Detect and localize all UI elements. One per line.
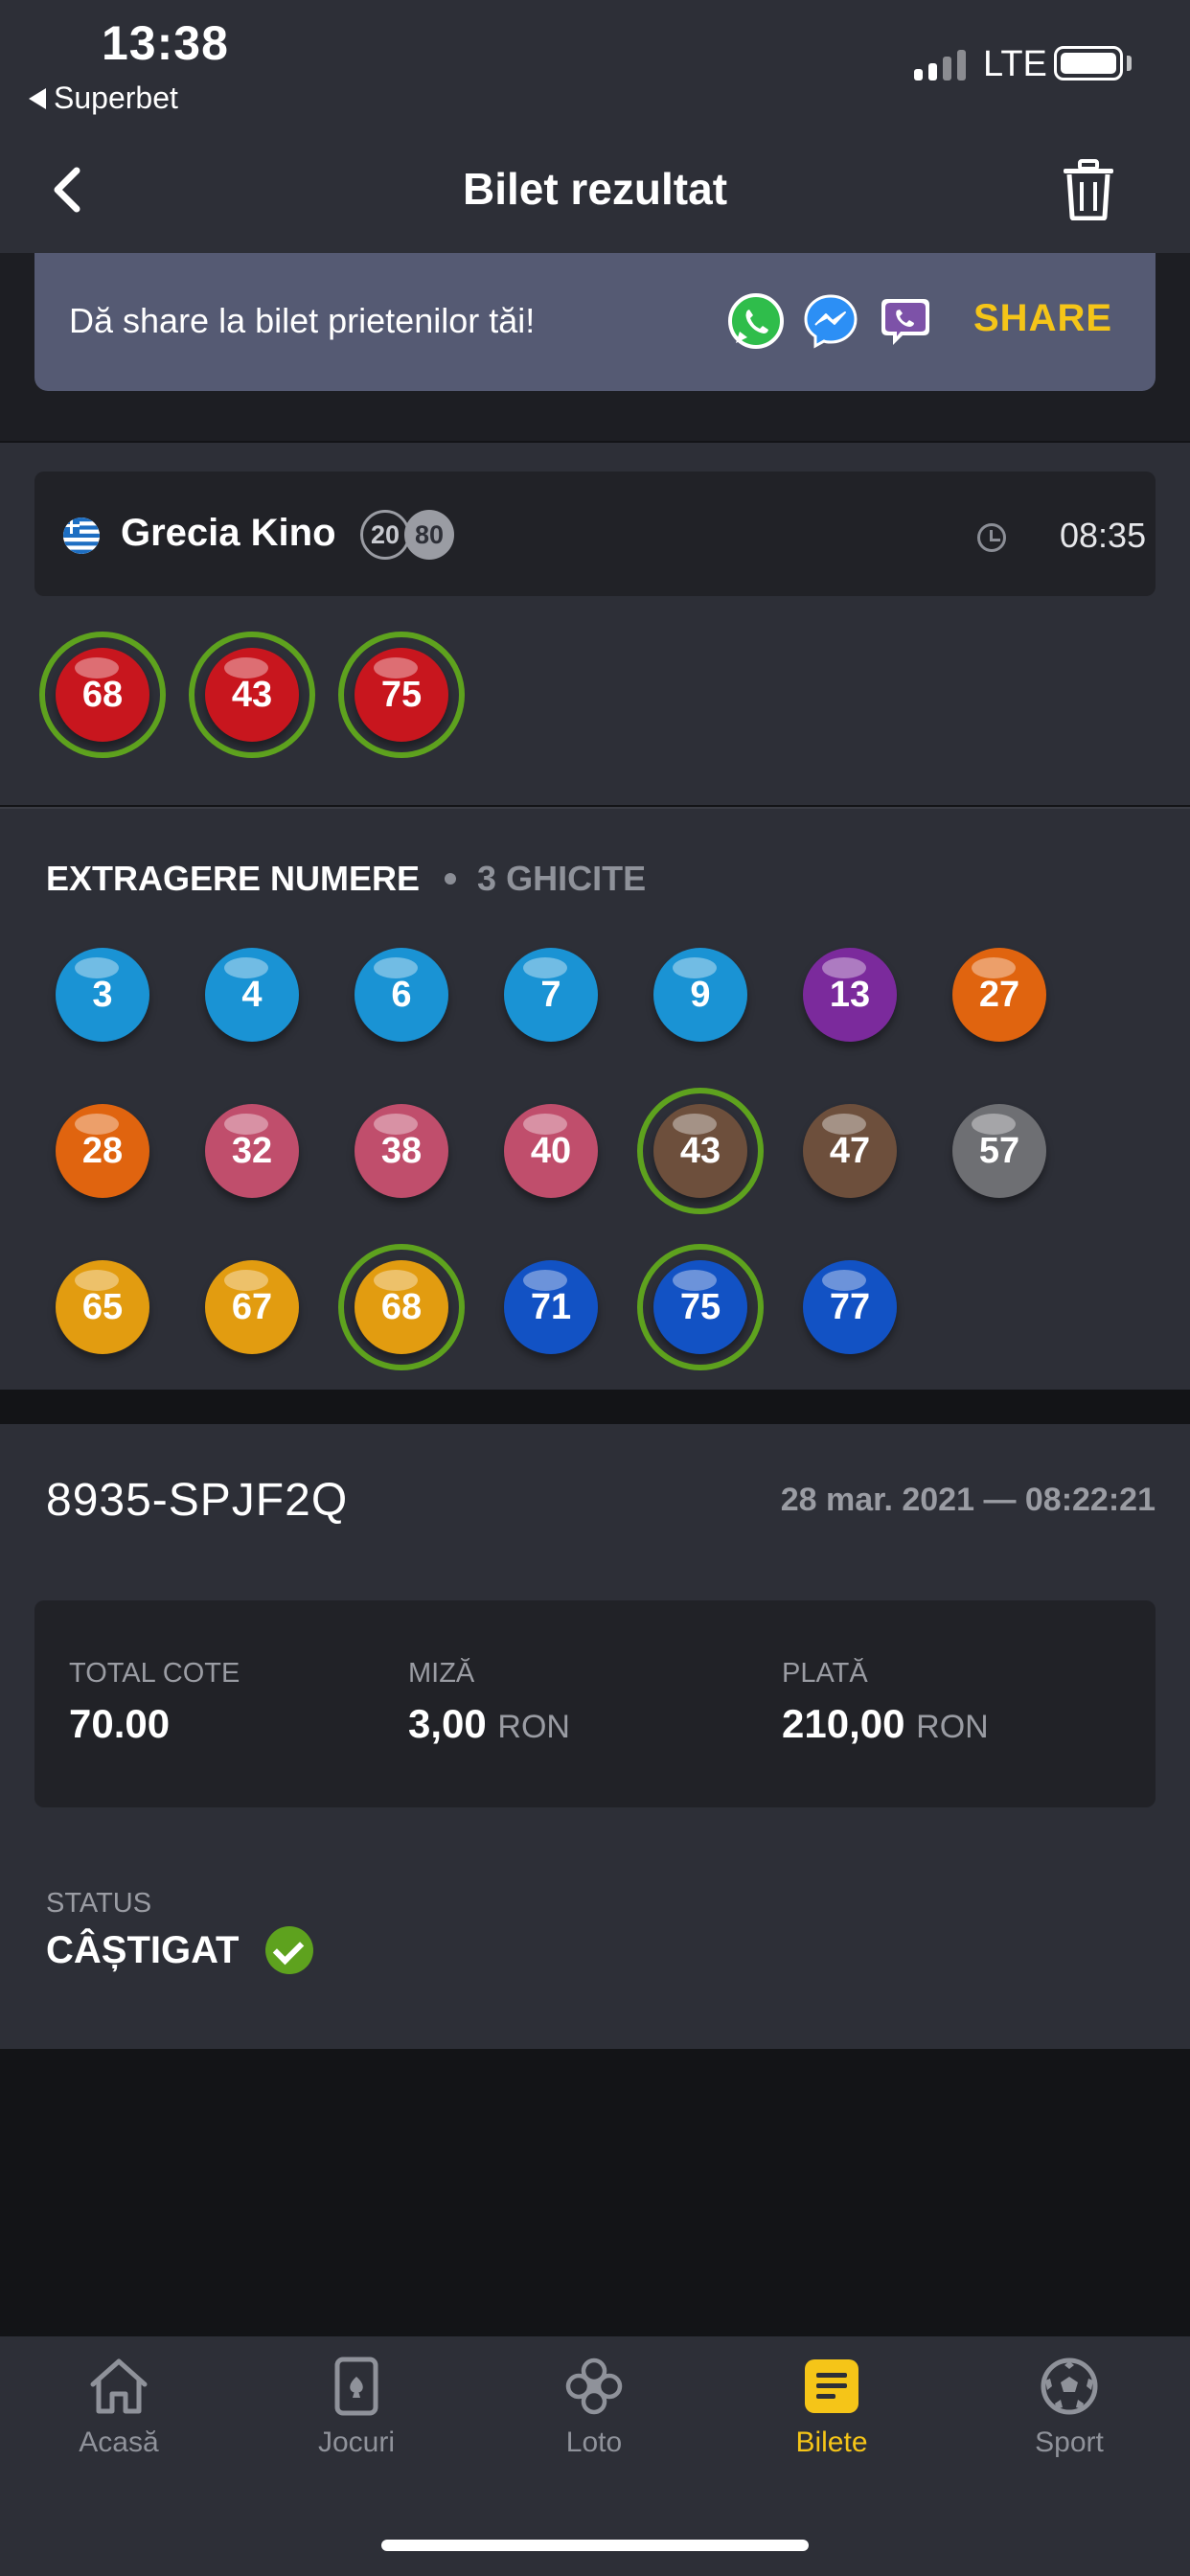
- clover-icon: [565, 2358, 623, 2415]
- status-time: 13:38: [102, 16, 229, 70]
- nav-bar: Bilet rezultat: [0, 134, 1190, 253]
- drawn-number-ball: 43: [653, 1104, 747, 1198]
- back-app-label: Superbet: [54, 80, 178, 115]
- home-icon: [90, 2358, 148, 2414]
- home-indicator[interactable]: [381, 2540, 809, 2551]
- draw-format-badge: 20 80: [360, 510, 454, 562]
- badge-total: 80: [404, 510, 454, 560]
- tab-acasa[interactable]: Acasă: [23, 2356, 215, 2459]
- total-cote-stat: TOTAL COTE 70.00: [69, 1658, 240, 1747]
- plata-label: PLATĂ: [782, 1658, 868, 1689]
- drawn-number-ball: 40: [504, 1104, 598, 1198]
- drawn-number-ball: 38: [355, 1104, 448, 1198]
- draw-section: EXTRAGERE NUMERE 3 GHICITE 3 4 6 7 9 13 27 28 32…: [0, 807, 1190, 1390]
- status-bar: 13:38 Superbet LTE: [0, 0, 1190, 134]
- drawn-number-ball: 28: [56, 1104, 149, 1198]
- drawn-number-ball: 7: [504, 948, 598, 1042]
- share-text: Dă share la bilet prietenilor tăi!: [69, 301, 536, 340]
- viber-icon[interactable]: [876, 291, 935, 351]
- drawn-number-ball: 32: [205, 1104, 299, 1198]
- badge-picked: 20: [360, 510, 410, 560]
- draw-subtitle: 3 GHICITE: [477, 859, 647, 898]
- messenger-icon[interactable]: [801, 291, 860, 351]
- game-header: Grecia Kino 20 80 08:35: [34, 472, 1156, 596]
- miza-label: MIZĂ: [408, 1658, 475, 1689]
- ticket-icon: [805, 2359, 858, 2413]
- soccer-ball-icon: [1041, 2358, 1098, 2415]
- drawn-number-ball: 65: [56, 1260, 149, 1354]
- ticket-date: 28 mar. 2021 — 08:22:21: [780, 1482, 1156, 1518]
- clock-icon: [977, 523, 1006, 552]
- draw-heading: EXTRAGERE NUMERE 3 GHICITE: [46, 859, 646, 899]
- drawn-number-ball: 75: [653, 1260, 747, 1354]
- status-value-row: CÂȘTIGAT: [46, 1926, 314, 1974]
- trash-icon[interactable]: [1062, 159, 1115, 220]
- drawn-number-ball: 68: [355, 1260, 448, 1354]
- plata-value: 210,00: [782, 1701, 905, 1746]
- greece-flag-icon: [63, 518, 100, 554]
- cards-icon: [334, 2357, 378, 2416]
- network-label: LTE: [983, 44, 1047, 84]
- tab-loto[interactable]: Loto: [498, 2356, 690, 2459]
- share-card: Dă share la bilet prietenilor tăi! SHARE: [34, 253, 1156, 391]
- tab-label: Loto: [565, 2426, 623, 2458]
- share-button[interactable]: SHARE: [973, 297, 1112, 340]
- plata-currency: RON: [916, 1709, 989, 1745]
- drawn-number-ball: 67: [205, 1260, 299, 1354]
- drawn-number-ball: 47: [803, 1104, 897, 1198]
- drawn-number-ball: 27: [952, 948, 1046, 1042]
- drawn-number-ball: 4: [205, 948, 299, 1042]
- separator-dot: [445, 873, 457, 885]
- ticket-details: 8935-SPJF2Q 28 mar. 2021 — 08:22:21 TOTA…: [0, 1424, 1190, 2049]
- back-triangle-icon: [29, 87, 46, 109]
- tab-sport[interactable]: Sport: [973, 2356, 1165, 2459]
- status-label: STATUS: [46, 1888, 152, 1919]
- game-name: Grecia Kino: [121, 512, 336, 554]
- miza-value: 3,00: [408, 1701, 487, 1746]
- tab-label: Jocuri: [317, 2426, 396, 2458]
- total-cote-label: TOTAL COTE: [69, 1658, 240, 1689]
- miza-currency: RON: [497, 1709, 570, 1745]
- game-time: 08:35: [1060, 516, 1147, 555]
- page-title: Bilet rezultat: [462, 164, 728, 214]
- tab-bilete[interactable]: Bilete: [736, 2356, 927, 2459]
- ticket-id: 8935-SPJF2Q: [46, 1475, 349, 1526]
- whatsapp-icon[interactable]: [726, 291, 786, 351]
- back-to-app-link[interactable]: Superbet: [29, 80, 178, 116]
- tab-label: Bilete: [795, 2426, 868, 2458]
- tab-label: Acasă: [79, 2426, 159, 2458]
- drawn-number-ball: 77: [803, 1260, 897, 1354]
- drawn-number-ball: 13: [803, 948, 897, 1042]
- selected-number-ball: 68: [56, 648, 149, 742]
- check-circle-icon: [265, 1926, 314, 1974]
- tab-label: Sport: [1035, 2426, 1104, 2458]
- stats-card: TOTAL COTE 70.00 MIZĂ 3,00 RON PLATĂ 210…: [34, 1600, 1156, 1807]
- draw-title: EXTRAGERE NUMERE: [46, 859, 421, 898]
- tab-jocuri[interactable]: Jocuri: [261, 2356, 452, 2459]
- game-section: Grecia Kino 20 80 08:35 68 43 75: [0, 443, 1190, 805]
- drawn-number-ball: 9: [653, 948, 747, 1042]
- total-cote-value: 70.00: [69, 1701, 171, 1746]
- selected-number-ball: 43: [205, 648, 299, 742]
- drawn-number-ball: 6: [355, 948, 448, 1042]
- drawn-number-ball: 3: [56, 948, 149, 1042]
- drawn-number-ball: 57: [952, 1104, 1046, 1198]
- battery-icon: [1054, 46, 1123, 80]
- plata-stat: PLATĂ 210,00 RON: [782, 1658, 989, 1747]
- drawn-number-ball: 71: [504, 1260, 598, 1354]
- status-value: CÂȘTIGAT: [46, 1928, 240, 1971]
- selected-number-ball: 75: [355, 648, 448, 742]
- miza-stat: MIZĂ 3,00 RON: [408, 1658, 570, 1747]
- signal-icon: [914, 50, 966, 80]
